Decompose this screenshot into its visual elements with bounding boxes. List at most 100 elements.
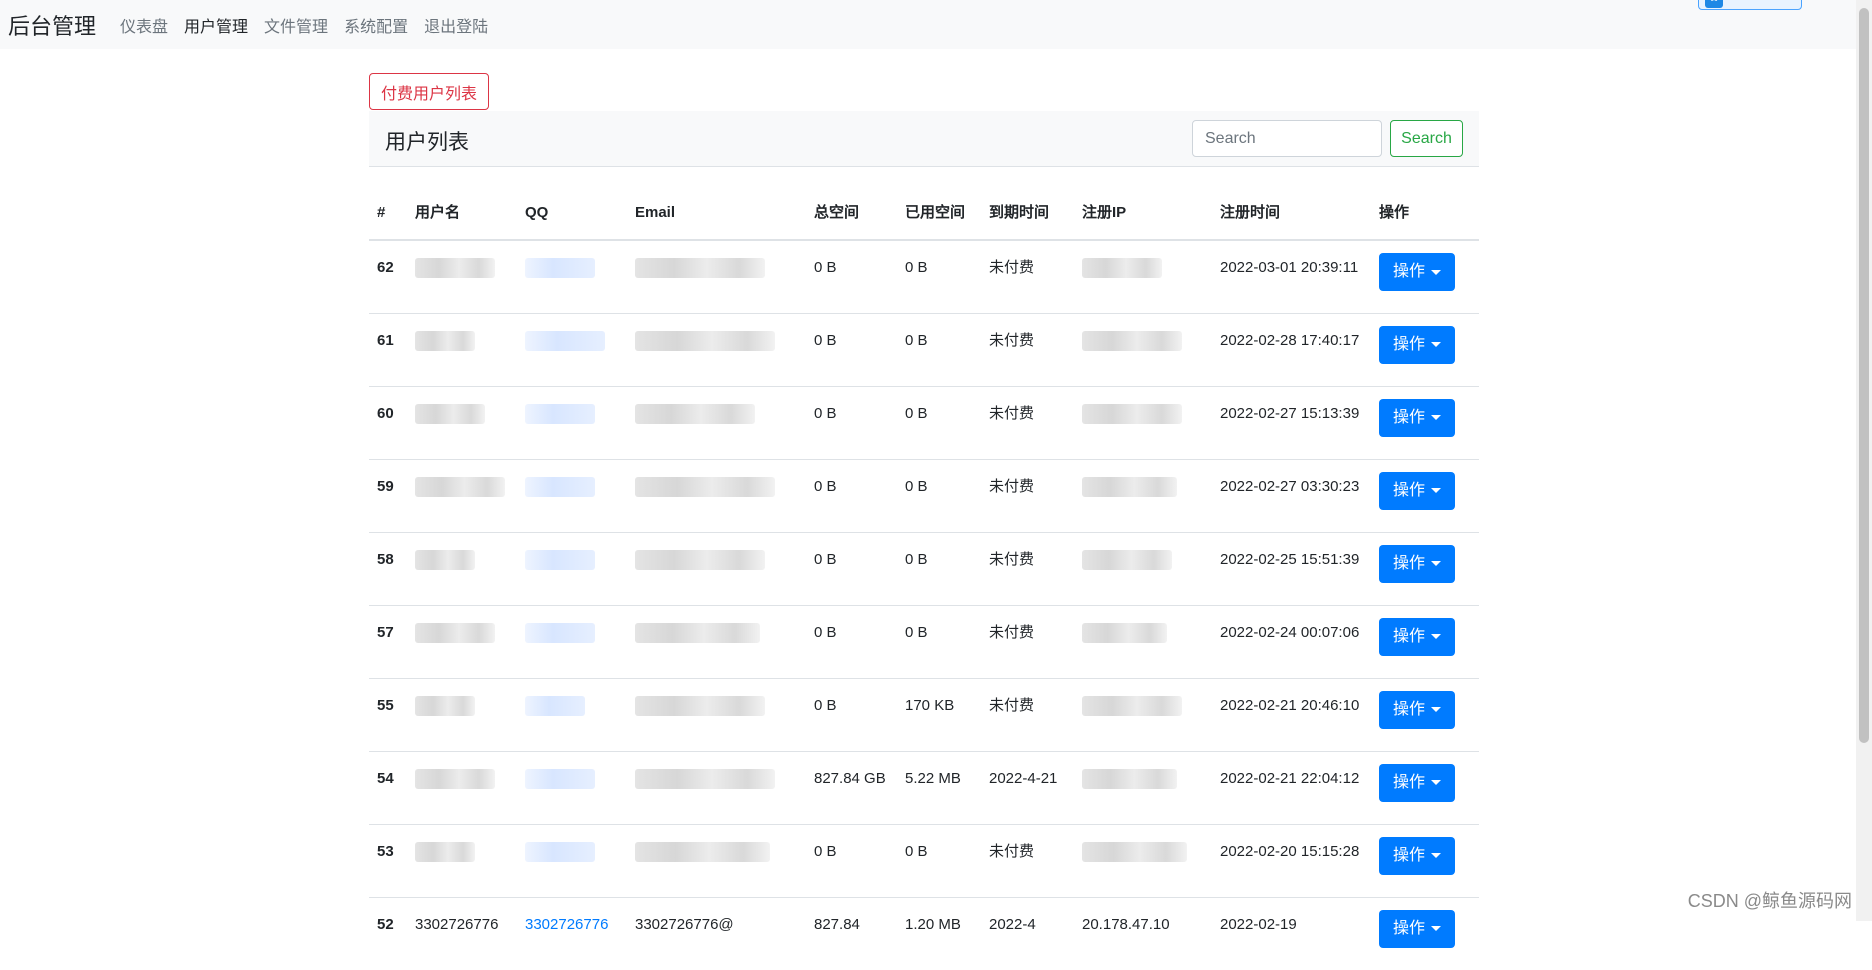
cell-register-time-text: 2022-02-21 22:04:12	[1220, 769, 1360, 787]
action-dropdown-button[interactable]: 操作	[1379, 763, 1455, 802]
cell-actions: 操作	[1371, 312, 1479, 386]
action-button-label: 操作	[1392, 700, 1425, 718]
redacted-ip	[1082, 622, 1167, 643]
action-dropdown-button[interactable]: 操作	[1379, 909, 1455, 948]
cell-id-text: 59	[377, 477, 394, 495]
cell-qq[interactable]	[517, 604, 627, 678]
cell-total-space: 0 B	[806, 823, 897, 897]
top-navbar: 后台管理 仪表盘 用户管理 文件管理 系统配置 退出登陆 ∞	[0, 0, 1856, 49]
cell-qq[interactable]	[517, 458, 627, 532]
action-dropdown-button[interactable]: 操作	[1379, 325, 1455, 364]
caret-down-icon	[1431, 926, 1441, 931]
action-button-label: 操作	[1392, 627, 1425, 645]
action-dropdown-button[interactable]: 操作	[1379, 471, 1455, 510]
caret-down-icon	[1431, 415, 1441, 420]
redacted-qq	[525, 768, 595, 789]
search-button[interactable]: Search	[1390, 120, 1463, 157]
redacted-email	[635, 695, 765, 716]
redacted-email	[635, 330, 775, 351]
cell-expire-time-text: 未付费	[989, 259, 1035, 276]
cell-total-space-text: 0 B	[814, 696, 837, 714]
cell-id-text: 52	[377, 915, 394, 933]
cell-actions: 操作	[1371, 750, 1479, 824]
action-button-label: 操作	[1392, 335, 1425, 353]
redacted-qq	[525, 695, 585, 716]
cell-qq[interactable]	[517, 750, 627, 824]
cell-used-space: 5.22 MB	[897, 750, 981, 824]
cell-qq[interactable]	[517, 677, 627, 751]
vertical-scrollbar[interactable]	[1856, 0, 1872, 921]
action-button-label: 操作	[1392, 846, 1425, 864]
nav-item-file-management[interactable]: 文件管理	[264, 13, 328, 37]
cell-actions: 操作	[1371, 239, 1479, 313]
scrollbar-thumb[interactable]	[1859, 8, 1869, 743]
action-dropdown-button[interactable]: 操作	[1379, 544, 1455, 583]
action-dropdown-button[interactable]: 操作	[1379, 398, 1455, 437]
col-header-username: 用户名	[407, 167, 517, 241]
cell-expire-time: 未付费	[981, 531, 1074, 605]
cell-qq[interactable]	[517, 239, 627, 313]
nav-item-system-config[interactable]: 系统配置	[344, 13, 408, 37]
nav-item-dashboard[interactable]: 仪表盘	[120, 13, 168, 37]
corner-badge[interactable]: ∞	[1698, 0, 1802, 10]
cell-used-space-text: 0 B	[905, 331, 928, 349]
cell-qq[interactable]	[517, 531, 627, 605]
action-dropdown-button[interactable]: 操作	[1379, 690, 1455, 729]
cell-used-space-text: 0 B	[905, 550, 928, 568]
cell-used-space-text: 170 KB	[905, 696, 955, 714]
cell-used-space: 170 KB	[897, 677, 981, 751]
table-row: 53 0 B 0 B 未付费 2022-02-20 15:15:28 操作	[369, 823, 1479, 897]
table-row: 54 827.84 GB 5.22 MB 2022-4-21 2022-02-21 22…	[369, 750, 1479, 824]
redacted-qq	[525, 403, 595, 424]
redacted-qq	[525, 330, 605, 351]
cell-used-space: 0 B	[897, 385, 981, 459]
cell-id: 61	[369, 312, 407, 386]
redacted-email	[635, 476, 775, 497]
paid-users-list-button[interactable]: 付费用户列表	[369, 73, 489, 110]
redacted-email	[635, 841, 770, 862]
cell-total-space-text: 0 B	[814, 331, 837, 349]
action-dropdown-button[interactable]: 操作	[1379, 836, 1455, 875]
cell-actions: 操作	[1371, 385, 1479, 459]
cell-register-time: 2022-02-28 17:40:17	[1212, 312, 1371, 386]
nav-item-logout[interactable]: 退出登陆	[424, 13, 488, 37]
cell-qq[interactable]	[517, 385, 627, 459]
cell-total-space-text: 827.84 GB	[814, 769, 886, 787]
redacted-ip	[1082, 476, 1177, 497]
cell-total-space-text: 0 B	[814, 259, 837, 276]
cell-expire-time: 未付费	[981, 312, 1074, 386]
cell-id: 59	[369, 458, 407, 532]
redacted-ip	[1082, 258, 1162, 279]
brand[interactable]: 后台管理	[8, 9, 96, 41]
cell-qq[interactable]: 3302726776	[517, 896, 627, 970]
nav-item-user-management[interactable]: 用户管理	[184, 13, 248, 37]
cell-qq[interactable]	[517, 312, 627, 386]
cell-total-space-text: 0 B	[814, 842, 837, 860]
cell-used-space: 0 B	[897, 604, 981, 678]
redacted-username	[415, 549, 475, 570]
table-row: 52 3302726776 3302726776 3302726776@ 827.84 1…	[369, 896, 1479, 970]
cell-qq[interactable]	[517, 823, 627, 897]
cell-username	[407, 750, 517, 824]
action-dropdown-button[interactable]: 操作	[1379, 617, 1455, 656]
redacted-qq	[525, 476, 595, 497]
caret-down-icon	[1431, 342, 1441, 347]
cell-expire-time: 未付费	[981, 239, 1074, 313]
redacted-email	[635, 622, 760, 643]
cell-expire-time: 未付费	[981, 604, 1074, 678]
cell-register-time: 2022-02-20 15:15:28	[1212, 823, 1371, 897]
cell-id: 55	[369, 677, 407, 751]
badge-logo-icon: ∞	[1705, 0, 1723, 8]
cell-username	[407, 312, 517, 386]
cell-register-time-text: 2022-02-21 20:46:10	[1220, 696, 1360, 714]
cell-qq-text[interactable]: 3302726776	[525, 916, 608, 933]
cell-register-time-text: 2022-02-25 15:51:39	[1220, 550, 1360, 568]
cell-actions: 操作	[1371, 458, 1479, 532]
cell-username-text: 3302726776	[415, 915, 499, 933]
col-header-id: #	[369, 167, 407, 241]
search-input[interactable]	[1192, 120, 1382, 157]
redacted-qq	[525, 549, 595, 570]
cell-expire-time: 2022-4-21	[981, 750, 1074, 824]
table-row: 55 0 B 170 KB 未付费 2022-02-21 20:46:10 操作	[369, 677, 1479, 751]
action-dropdown-button[interactable]: 操作	[1379, 253, 1455, 291]
